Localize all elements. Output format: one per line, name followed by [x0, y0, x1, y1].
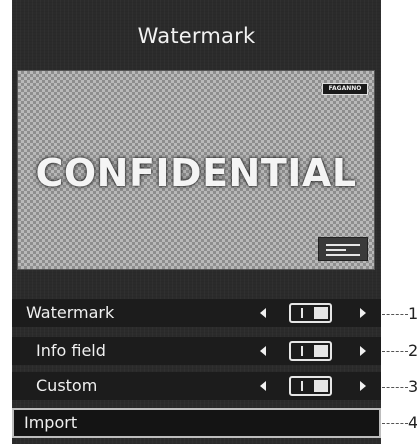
row-import[interactable]: Import	[12, 408, 381, 438]
callout-line	[382, 423, 408, 424]
toggle-bar-icon	[301, 346, 303, 356]
toggle-bar-icon	[301, 381, 303, 391]
row-info-field-label: Info field	[36, 341, 106, 360]
info-field-icon	[318, 237, 368, 261]
toggle-bar-icon	[301, 308, 303, 318]
left-arrow-icon[interactable]	[260, 346, 266, 356]
row-import-label: Import	[24, 413, 78, 432]
right-arrow-icon[interactable]	[360, 381, 366, 391]
row-custom-label: Custom	[36, 376, 98, 395]
info-field-toggle[interactable]	[289, 341, 332, 361]
watermark-preview: FAGANNO CONFIDENTIAL	[17, 70, 375, 270]
left-arrow-icon[interactable]	[260, 381, 266, 391]
custom-toggle[interactable]	[289, 376, 332, 396]
toggle-knob-icon	[314, 307, 328, 319]
toggle-knob-icon	[314, 380, 328, 392]
logo-badge: FAGANNO	[322, 83, 368, 95]
callout-number: 1	[408, 304, 417, 323]
row-watermark[interactable]: Watermark	[12, 299, 381, 327]
callout-line	[382, 387, 408, 388]
right-arrow-icon[interactable]	[360, 308, 366, 318]
watermark-dialog: Watermark FAGANNO CONFIDENTIAL Watermark…	[12, 0, 381, 444]
row-custom[interactable]: Custom	[12, 372, 381, 400]
callout-line	[382, 314, 408, 315]
toggle-knob-icon	[314, 345, 328, 357]
watermark-text: CONFIDENTIAL	[35, 151, 357, 195]
row-info-field[interactable]: Info field	[12, 337, 381, 365]
row-watermark-label: Watermark	[26, 303, 115, 322]
callout-number: 2	[408, 341, 417, 360]
dialog-title: Watermark	[137, 24, 256, 48]
watermark-toggle[interactable]	[289, 303, 332, 323]
callout-line	[382, 351, 408, 352]
right-arrow-icon[interactable]	[360, 346, 366, 356]
callout-number: 4	[408, 413, 417, 432]
callout-number: 3	[408, 377, 417, 396]
left-arrow-icon[interactable]	[260, 308, 266, 318]
